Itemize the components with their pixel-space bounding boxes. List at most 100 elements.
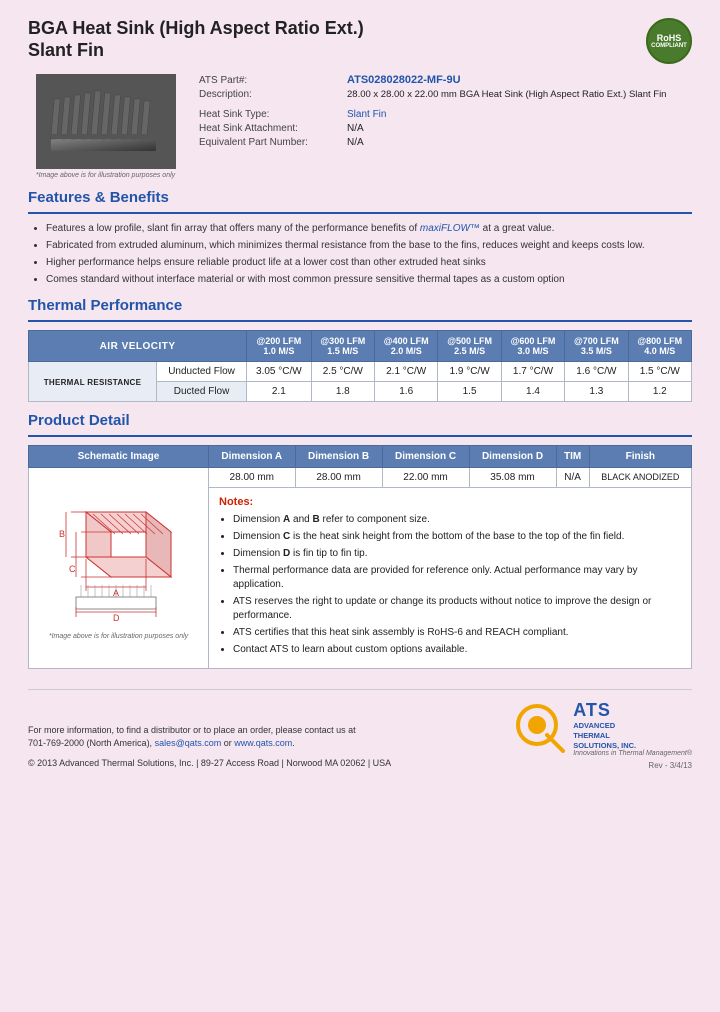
unducted-flow-row: THERMAL RESISTANCE Unducted Flow 3.05 °C… [29,362,692,382]
thermal-header-row: AIR VELOCITY @200 LFM1.0 M/S @300 LFM1.5… [29,331,692,362]
schematic-image-cell: A B C [29,468,209,669]
unducted-200: 3.05 °C/W [247,362,311,382]
part-number-row: ATS Part#: ATS028028022-MF-9U [199,74,692,86]
product-detail-table: Schematic Image Dimension A Dimension B … [28,445,692,669]
rev-text: Rev - 3/4/13 [648,761,692,770]
col-200: @200 LFM1.0 M/S [247,331,311,362]
footer-website[interactable]: www.qats.com [234,738,292,748]
feature-item-4: Comes standard without interface materia… [46,273,692,287]
footer-copyright: © 2013 Advanced Thermal Solutions, Inc. … [28,757,391,771]
ats-text-block: ATS ADVANCED THERMAL SOLUTIONS, INC. Inn… [573,700,692,757]
ats-full-name-1: ADVANCED [573,721,692,731]
ducted-label: Ducted Flow [156,382,246,402]
footer-contact-text: For more information, to find a distribu… [28,724,391,751]
description-value: 28.00 x 28.00 x 22.00 mm BGA Heat Sink (… [347,89,666,100]
unducted-600: 1.7 °C/W [501,362,564,382]
ats-full-name-2: THERMAL [573,731,692,741]
description-label: Description: [199,89,339,100]
unducted-500: 1.9 °C/W [438,362,501,382]
note-7: Contact ATS to learn about custom option… [233,643,681,657]
ats-tagline: Innovations in Thermal Management® [573,750,692,757]
thermal-resistance-label: THERMAL RESISTANCE [29,362,157,402]
note-6: ATS certifies that this heat sink assemb… [233,626,681,640]
note-2: Dimension C is the heat sink height from… [233,530,681,544]
col-600: @600 LFM3.0 M/S [501,331,564,362]
page-footer: For more information, to find a distribu… [28,689,692,770]
features-section-title: Features & Benefits [28,189,692,206]
schematic-image-header: Schematic Image [29,446,209,468]
product-notes-cell: Notes: Dimension A and B refer to compon… [209,488,692,669]
air-velocity-header: AIR VELOCITY [29,331,247,362]
unducted-label: Unducted Flow [156,362,246,382]
features-list: Features a low profile, slant fin array … [46,222,692,287]
maxiflow-highlight: maxiFLOW™ [420,223,480,234]
attachment-value: N/A [347,123,364,134]
rohs-compliant: COMPLIANT [651,43,687,49]
unducted-400: 2.1 °C/W [375,362,438,382]
features-divider [28,212,692,214]
ats-brand: ATS [573,700,692,721]
dim-d-value: 35.08 mm [469,468,556,488]
product-details-table: ATS Part#: ATS028028022-MF-9U Descriptio… [199,74,692,179]
svg-text:C: C [69,564,76,574]
attachment-label: Heat Sink Attachment: [199,123,339,134]
part-number-value: ATS028028022-MF-9U [347,74,461,86]
feature-item-2: Fabricated from extruded aluminum, which… [46,239,692,253]
col-400: @400 LFM2.0 M/S [375,331,438,362]
dim-c-header: Dimension C [382,446,469,468]
dim-d-header: Dimension D [469,446,556,468]
note-4: Thermal performance data are provided fo… [233,564,681,592]
attachment-row: Heat Sink Attachment: N/A [199,123,692,134]
heat-sink-illustration [41,79,171,164]
ats-logo: ATS ADVANCED THERMAL SOLUTIONS, INC. Inn… [515,700,692,757]
ducted-600: 1.4 [501,382,564,402]
type-row: Heat Sink Type: Slant Fin [199,109,692,120]
product-detail-section-title: Product Detail [28,412,692,429]
product-image-box: *Image above is for illustration purpose… [28,74,183,179]
product-image [36,74,176,169]
title-line1: BGA Heat Sink (High Aspect Ratio Ext.) [28,18,364,38]
schematic-caption: *Image above is for illustration purpose… [37,633,200,640]
ducted-700: 1.3 [565,382,628,402]
part-number-label: ATS Part#: [199,75,339,86]
footer-left: For more information, to find a distribu… [28,724,391,771]
product-detail-divider [28,435,692,437]
rohs-badge: RoHS COMPLIANT [646,18,692,64]
finish-value: BLACK ANODIZED [589,468,691,488]
ats-q-svg [515,703,567,755]
description-row: Description: 28.00 x 28.00 x 22.00 mm BG… [199,89,692,100]
ducted-400: 1.6 [375,382,438,402]
product-info-section: *Image above is for illustration purpose… [28,74,692,179]
page-title: BGA Heat Sink (High Aspect Ratio Ext.) S… [28,18,364,61]
note-5: ATS reserves the right to update or chan… [233,595,681,623]
equiv-value: N/A [347,137,364,148]
svg-text:D: D [113,613,120,623]
note-1: Dimension A and B refer to component siz… [233,513,681,527]
dim-b-header: Dimension B [295,446,382,468]
type-label: Heat Sink Type: [199,109,339,120]
footer-email[interactable]: sales@qats.com [155,738,222,748]
col-800: @800 LFM4.0 M/S [628,331,691,362]
ats-full-name-3: SOLUTIONS, INC. [573,741,692,751]
unducted-300: 2.5 °C/W [311,362,374,382]
note-3: Dimension D is fin tip to fin tip. [233,547,681,561]
unducted-700: 1.6 °C/W [565,362,628,382]
unducted-800: 1.5 °C/W [628,362,691,382]
col-300: @300 LFM1.5 M/S [311,331,374,362]
notes-title: Notes: [219,496,681,508]
equiv-row: Equivalent Part Number: N/A [199,137,692,148]
equiv-label: Equivalent Part Number: [199,137,339,148]
schematic-svg: A B C [41,497,196,627]
thermal-performance-table: AIR VELOCITY @200 LFM1.0 M/S @300 LFM1.5… [28,330,692,402]
dim-c-value: 22.00 mm [382,468,469,488]
ducted-200: 2.1 [247,382,311,402]
tim-header: TIM [556,446,589,468]
svg-text:B: B [59,529,65,539]
title-line2: Slant Fin [28,40,104,60]
page-header: BGA Heat Sink (High Aspect Ratio Ext.) S… [28,18,692,64]
feature-item-1: Features a low profile, slant fin array … [46,222,692,236]
ducted-800: 1.2 [628,382,691,402]
product-image-caption: *Image above is for illustration purpose… [36,172,175,179]
notes-list: Dimension A and B refer to component siz… [233,513,681,657]
product-detail-data-row: A B C [29,468,692,488]
